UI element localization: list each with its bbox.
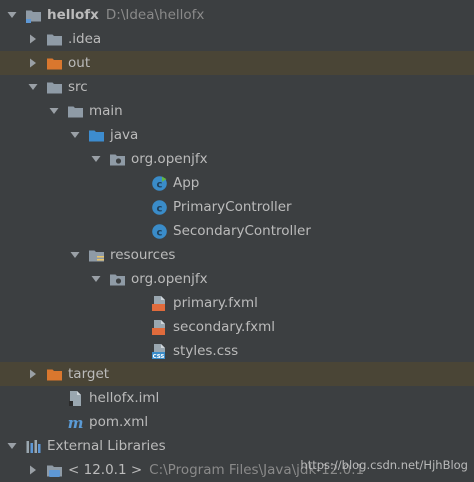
resources-root-folder-icon <box>88 247 105 264</box>
tree-row-secondary-fxml[interactable]: secondary.fxml <box>0 315 474 339</box>
arrow-spacer <box>48 416 60 428</box>
tree-item-label: styles.css <box>173 343 239 359</box>
expand-arrow-down-icon[interactable] <box>27 81 39 93</box>
arrow-spacer <box>132 177 144 189</box>
package-icon <box>109 151 126 168</box>
tree-row-app[interactable]: c App <box>0 171 474 195</box>
tree-row-src[interactable]: src <box>0 75 474 99</box>
class-icon: c <box>151 199 168 216</box>
expand-arrow-down-icon[interactable] <box>69 129 81 141</box>
folder-icon <box>46 31 63 48</box>
arrow-spacer <box>48 392 60 404</box>
tree-row-external-libraries[interactable]: External Libraries <box>0 434 474 458</box>
fxml-file-icon <box>151 295 168 312</box>
tree-item-label: pom.xml <box>89 414 149 430</box>
svg-text:m: m <box>68 414 84 431</box>
folder-icon <box>67 103 84 120</box>
tree-item-label: org.openjfx <box>131 271 208 287</box>
expand-arrow-down-icon[interactable] <box>90 153 102 165</box>
tree-item-label: java <box>110 127 139 143</box>
tree-item-path: D:\Idea\hellofx <box>105 7 205 23</box>
svg-text:c: c <box>157 227 163 238</box>
tree-item-label: resources <box>110 247 176 263</box>
excluded-folder-icon <box>46 55 63 72</box>
tree-row-primary-fxml[interactable]: primary.fxml <box>0 291 474 315</box>
tree-item-label: App <box>173 175 200 191</box>
expand-arrow-down-icon[interactable] <box>6 440 18 452</box>
tree-row-hellofx[interactable]: hellofx D:\Idea\hellofx <box>0 3 474 27</box>
fxml-file-icon <box>151 319 168 336</box>
tree-row-hellofx-iml[interactable]: hellofx.iml <box>0 386 474 410</box>
expand-arrow-down-icon[interactable] <box>69 249 81 261</box>
arrow-spacer <box>132 201 144 213</box>
arrow-spacer <box>132 225 144 237</box>
tree-row-secondarycontroller[interactable]: c SecondaryController <box>0 219 474 243</box>
collapse-arrow-right-icon[interactable] <box>27 57 39 69</box>
tree-item-label: SecondaryController <box>173 223 311 239</box>
tree-item-label: PrimaryController <box>173 199 292 215</box>
tree-item-label: src <box>68 79 88 95</box>
svg-text:CSS: CSS <box>153 354 165 360</box>
tree-row-org-openjfx[interactable]: org.openjfx <box>0 267 474 291</box>
tree-item-label: primary.fxml <box>173 295 258 311</box>
application-class-icon: c <box>151 175 168 192</box>
tree-item-label: hellofx <box>47 7 99 23</box>
collapse-arrow-right-icon[interactable] <box>27 368 39 380</box>
tree-row-target[interactable]: target <box>0 362 474 386</box>
expand-arrow-down-icon[interactable] <box>6 9 18 21</box>
arrow-spacer <box>132 297 144 309</box>
tree-item-label: External Libraries <box>47 438 166 454</box>
css-file-icon: CSS <box>151 343 168 360</box>
arrow-spacer <box>132 345 144 357</box>
tree-item-label: < 12.0.1 > <box>68 462 143 478</box>
maven-file-icon: m <box>67 414 84 431</box>
tree-row-resources[interactable]: resources <box>0 243 474 267</box>
tree-item-label: hellofx.iml <box>89 390 160 406</box>
tree-item-label: secondary.fxml <box>173 319 275 335</box>
expand-arrow-down-icon[interactable] <box>48 105 60 117</box>
source-root-folder-icon <box>88 127 105 144</box>
collapse-arrow-right-icon[interactable] <box>27 464 39 476</box>
tree-row-java[interactable]: java <box>0 123 474 147</box>
class-icon: c <box>151 223 168 240</box>
watermark-text: https://blog.csdn.net/HjhBlog <box>300 458 468 472</box>
tree-item-label: .idea <box>68 31 102 47</box>
tree-row-out[interactable]: out <box>0 51 474 75</box>
libraries-icon <box>25 438 42 455</box>
tree-row-pom-xml[interactable]: m pom.xml <box>0 410 474 434</box>
tree-item-label: main <box>89 103 123 119</box>
tree-row-org-openjfx[interactable]: org.openjfx <box>0 147 474 171</box>
collapse-arrow-right-icon[interactable] <box>27 33 39 45</box>
expand-arrow-down-icon[interactable] <box>90 273 102 285</box>
arrow-spacer <box>132 321 144 333</box>
tree-row-main[interactable]: main <box>0 99 474 123</box>
iml-file-icon <box>67 390 84 407</box>
excluded-folder-icon <box>46 366 63 383</box>
tree-row-styles-css[interactable]: CSS styles.css <box>0 339 474 363</box>
folder-icon <box>46 79 63 96</box>
tree-item-label: out <box>68 55 91 71</box>
svg-text:c: c <box>157 179 163 190</box>
svg-text:c: c <box>157 203 163 214</box>
tree-item-label: target <box>68 366 110 382</box>
module-folder-icon <box>25 7 42 24</box>
tree-row-idea[interactable]: .idea <box>0 27 474 51</box>
tree-item-label: org.openjfx <box>131 151 208 167</box>
jdk-icon <box>46 462 63 479</box>
tree-row-primarycontroller[interactable]: c PrimaryController <box>0 195 474 219</box>
package-icon <box>109 271 126 288</box>
